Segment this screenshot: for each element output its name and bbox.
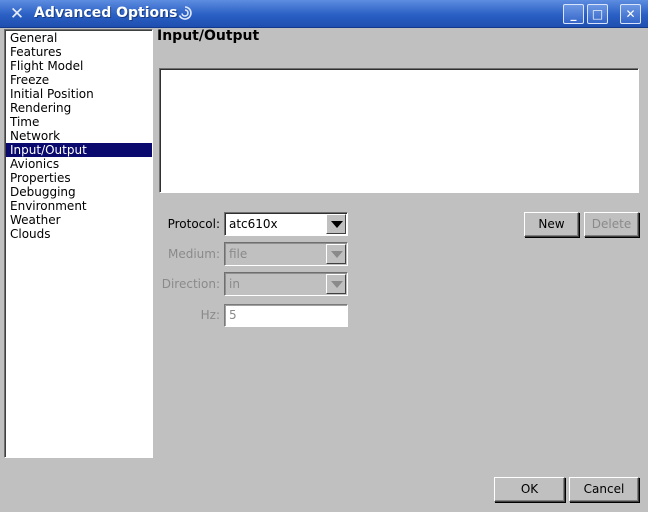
medium-label: Medium: — [167, 247, 220, 261]
medium-select[interactable]: file — [224, 242, 348, 266]
minimize-button[interactable]: _ — [563, 4, 584, 24]
sidebar-item-freeze[interactable]: Freeze — [6, 73, 152, 87]
sidebar-item-properties[interactable]: Properties — [6, 171, 152, 185]
x-logo-icon[interactable]: ✕ — [8, 5, 26, 23]
swirl-icon — [178, 6, 192, 20]
sidebar-item-general[interactable]: General — [6, 31, 152, 45]
protocol-value: atc610x — [229, 217, 278, 231]
direction-value: in — [229, 277, 240, 291]
sidebar-item-time[interactable]: Time — [6, 115, 152, 129]
hz-input[interactable]: 5 — [224, 304, 348, 327]
ok-button[interactable]: OK — [494, 477, 565, 502]
protocol-select[interactable]: atc610x — [224, 212, 348, 236]
sidebar-item-flight-model[interactable]: Flight Model — [6, 59, 152, 73]
sidebar-item-environment[interactable]: Environment — [6, 199, 152, 213]
chevron-down-icon[interactable] — [326, 274, 346, 294]
window-title: Advanced Options — [34, 5, 178, 21]
category-list[interactable]: General Features Flight Model Freeze Initial… — [4, 29, 153, 458]
chevron-down-icon[interactable] — [326, 244, 346, 264]
close-button[interactable]: ✕ — [620, 4, 641, 24]
maximize-icon: □ — [591, 7, 604, 21]
sidebar-item-avionics[interactable]: Avionics — [6, 157, 152, 171]
io-channel-list[interactable] — [159, 68, 639, 193]
cancel-button[interactable]: Cancel — [569, 477, 639, 502]
sidebar-item-network[interactable]: Network — [6, 129, 152, 143]
close-icon: ✕ — [625, 7, 636, 21]
minimize-icon: _ — [570, 7, 577, 21]
sidebar-item-initial-position[interactable]: Initial Position — [6, 87, 152, 101]
direction-label: Direction: — [161, 277, 220, 291]
sidebar-item-debugging[interactable]: Debugging — [6, 185, 152, 199]
hz-label: Hz: — [200, 308, 220, 322]
title-bar[interactable]: ✕ Advanced Options _ □ ✕ — [0, 0, 648, 28]
delete-button[interactable]: Delete — [584, 212, 639, 237]
sidebar-item-rendering[interactable]: Rendering — [6, 101, 152, 115]
chevron-down-icon[interactable] — [326, 214, 346, 234]
medium-value: file — [229, 247, 248, 261]
sidebar-item-clouds[interactable]: Clouds — [6, 227, 152, 241]
new-button[interactable]: New — [524, 212, 579, 237]
sidebar-item-weather[interactable]: Weather — [6, 213, 152, 227]
maximize-button[interactable]: □ — [587, 4, 608, 24]
sidebar-item-features[interactable]: Features — [6, 45, 152, 59]
direction-select[interactable]: in — [224, 272, 348, 296]
sidebar-item-input-output[interactable]: Input/Output — [6, 143, 152, 157]
page-title: Input/Output — [157, 28, 260, 44]
protocol-label: Protocol: — [167, 217, 220, 231]
